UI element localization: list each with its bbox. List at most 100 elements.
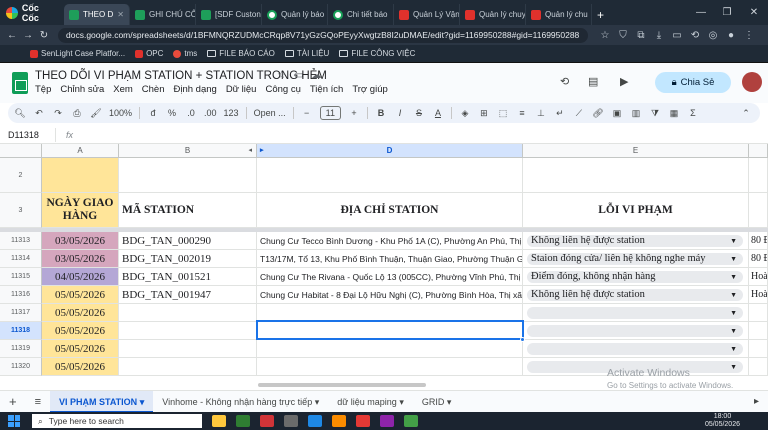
undo-icon[interactable]: ↶ (33, 108, 45, 119)
cell[interactable] (42, 158, 119, 193)
column-header-b[interactable]: B ◂ (119, 144, 257, 158)
violation-dropdown[interactable]: ▼ (527, 307, 743, 319)
bold-icon[interactable]: B (375, 108, 387, 118)
date-cell[interactable]: 05/05/2026 (42, 358, 119, 376)
dropdown-arrow-icon[interactable]: ▼ (730, 361, 737, 373)
avatar[interactable] (742, 72, 762, 92)
violation-dropdown[interactable]: Không liên hệ được station ▼ (527, 235, 743, 247)
sheet-tab-vi-pham-station[interactable]: VI PHẠM STATION ▾ (50, 390, 154, 413)
browser-tab[interactable]: Quản lý chu (526, 4, 592, 25)
link-icon[interactable]: 🔗︎ (592, 108, 604, 119)
filter-icon[interactable]: ⧩ (649, 108, 661, 119)
fill-color-icon[interactable]: ◈ (459, 108, 471, 119)
tab-icon[interactable]: ▭ (668, 30, 686, 41)
header-station[interactable]: MÃ STATION (119, 193, 257, 228)
number-format-select[interactable]: 123 (224, 108, 239, 118)
column-header-e[interactable]: E (523, 144, 749, 158)
row-header[interactable]: 11318 (0, 322, 42, 340)
decrease-decimal-icon[interactable]: .0 (185, 108, 197, 118)
back-icon[interactable]: ← (4, 30, 20, 41)
row-header[interactable]: 11317 (0, 304, 42, 322)
collapse-toolbar-icon[interactable]: ⌃ (740, 108, 752, 119)
borders-icon[interactable]: ⊞ (478, 108, 490, 119)
align-icon[interactable]: ≡ (516, 108, 528, 118)
comment-add-icon[interactable]: ▣ (611, 108, 623, 119)
violation-dropdown[interactable]: Điểm đóng, không nhận hàng ▼ (527, 271, 743, 283)
address-cell[interactable]: Chung Cư The Rivana - Quốc Lộ 13 (005CC)… (257, 268, 523, 286)
cell[interactable] (523, 158, 749, 193)
bookmark-folder[interactable]: FILE BÁO CÁO (207, 49, 275, 58)
cell[interactable] (119, 158, 257, 193)
violation-dropdown[interactable]: Staion đóng cửa/ liên hệ không nghe máy ▼ (527, 253, 743, 265)
reload-icon[interactable]: ↻ (36, 30, 52, 41)
row-header[interactable]: 11315 (0, 268, 42, 286)
download-icon[interactable]: ⤓ (650, 30, 668, 41)
minimize-icon[interactable]: — (688, 0, 714, 25)
station-cell[interactable]: BDG_TAN_002019 (119, 250, 257, 268)
task-view-icon[interactable] (284, 415, 298, 427)
italic-icon[interactable]: I (394, 108, 406, 118)
date-cell[interactable]: 04/05/2026 (42, 268, 119, 286)
explore-icon[interactable]: ▸ (745, 391, 768, 413)
overflow-cell[interactable] (749, 304, 768, 322)
fill-handle[interactable] (520, 337, 525, 342)
station-cell[interactable] (119, 322, 257, 340)
station-cell[interactable]: BDG_TAN_001521 (119, 268, 257, 286)
sheet-tab-grid[interactable]: GRID ▾ (413, 391, 461, 413)
overflow-cell[interactable]: Hoà (749, 286, 768, 304)
filter-views-icon[interactable]: ▦ (668, 108, 680, 119)
rotate-icon[interactable]: ⟋ (573, 108, 585, 119)
header-violation[interactable]: LỖI VI PHẠM (523, 193, 749, 228)
camera-icon[interactable]: ◎ (704, 30, 722, 41)
selected-cell[interactable] (256, 320, 524, 340)
move-folder-icon[interactable]: ▭ (294, 70, 303, 81)
menu-icon[interactable]: ⋮ (740, 30, 758, 41)
app-icon[interactable] (380, 415, 394, 427)
strikethrough-icon[interactable]: S (413, 108, 425, 118)
browser-tab[interactable]: THEO D ✕ (64, 4, 130, 25)
expand-group-icon[interactable]: ▸ (260, 144, 264, 158)
search-menus-icon[interactable]: 🔍︎ (14, 108, 26, 119)
row-header[interactable]: 11320 (0, 358, 42, 376)
sheet-tab-vinhome[interactable]: Vinhome - Không nhận hàng trực tiếp ▾ (153, 391, 328, 413)
chevron-down-icon[interactable]: ▾ (399, 397, 404, 407)
column-header-a[interactable]: A (42, 144, 119, 158)
wps-icon[interactable] (260, 415, 274, 427)
menu-file[interactable]: Tệp (35, 84, 51, 95)
star-icon[interactable]: ☆ (596, 30, 614, 41)
app-icon[interactable] (404, 415, 418, 427)
violation-cell[interactable]: Không liên hệ được station ▼ (523, 286, 749, 304)
station-cell[interactable]: BDG_TAN_001947 (119, 286, 257, 304)
chevron-down-icon[interactable]: ▾ (140, 397, 145, 407)
column-header-f[interactable] (749, 144, 768, 158)
valign-icon[interactable]: ⊥ (535, 108, 547, 119)
cell[interactable] (257, 158, 523, 193)
name-box[interactable]: D11318 (0, 127, 56, 142)
meet-icon[interactable]: ▶ (620, 75, 628, 88)
wrap-icon[interactable]: ↵ (554, 108, 566, 119)
dropdown-arrow-icon[interactable]: ▼ (730, 325, 737, 337)
violation-cell[interactable]: ▼ (523, 340, 749, 358)
date-cell[interactable]: 05/05/2026 (42, 304, 119, 322)
station-cell[interactable] (119, 304, 257, 322)
share-button[interactable]: 🔒︎ Chia Sẻ (655, 72, 731, 93)
violation-cell[interactable]: Không liên hệ được station ▼ (523, 232, 749, 250)
chevron-down-icon[interactable]: ▾ (447, 397, 452, 407)
date-cell[interactable]: 05/05/2026 (42, 322, 119, 340)
maximize-icon[interactable]: ❐ (714, 0, 740, 25)
history-icon[interactable]: ⟲ (686, 30, 704, 41)
header-address[interactable]: ĐỊA CHỈ STATION (257, 193, 523, 228)
station-cell[interactable] (119, 358, 257, 376)
address-cell[interactable]: Chung Cư Habitat - 8 Đại Lộ Hữu Nghị (C)… (257, 286, 523, 304)
font-select[interactable]: Open ... (254, 108, 286, 118)
overflow-cell[interactable]: Hoà (749, 268, 768, 286)
profile-icon[interactable]: ● (722, 30, 740, 41)
overflow-cell[interactable] (749, 358, 768, 376)
dropdown-arrow-icon[interactable]: ▼ (730, 289, 737, 301)
violation-cell[interactable]: Staion đóng cửa/ liên hệ không nghe máy ▼ (523, 250, 749, 268)
bookmark-item[interactable]: tms (173, 49, 197, 58)
functions-icon[interactable]: Σ (687, 108, 699, 118)
dropdown-arrow-icon[interactable]: ▼ (730, 235, 737, 247)
collapse-group-icon[interactable]: ◂ (248, 144, 252, 158)
header-date[interactable]: NGÀY GIAO HÀNG (42, 193, 119, 228)
